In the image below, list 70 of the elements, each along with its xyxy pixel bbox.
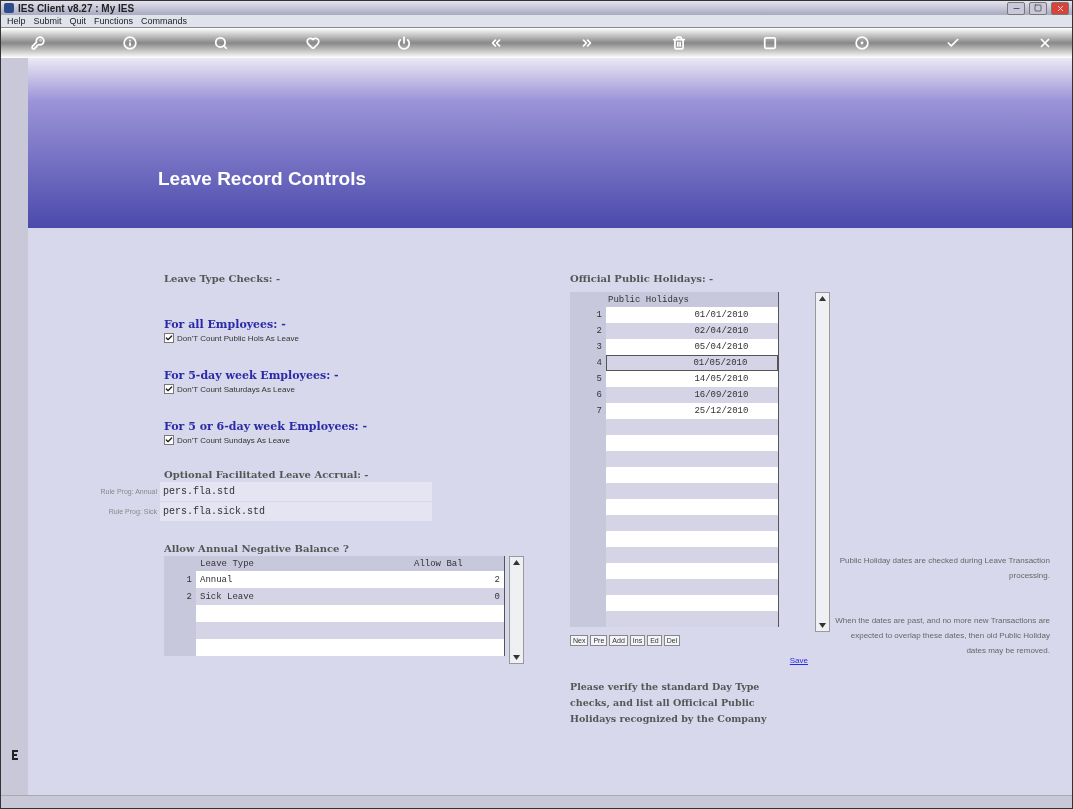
- instructions-text: Please verify the standard Day Type checks, and list all Officical Public Holidays recognized by the Company: [570, 680, 768, 726]
- close-icon: [1055, 3, 1065, 13]
- column-header: Leave Type: [199, 558, 255, 569]
- table-cell: Sick Leave: [196, 588, 414, 605]
- table-cell: Annual: [196, 571, 414, 588]
- column-header: Allow Bal: [414, 558, 464, 569]
- maximize-button[interactable]: [1029, 1, 1047, 15]
- menu-item[interactable]: Functions: [94, 16, 134, 26]
- table-cell[interactable]: 02/04/2010: [606, 323, 779, 339]
- check-icon[interactable]: [946, 36, 961, 50]
- scroll-down-icon[interactable]: [819, 623, 827, 628]
- scrollbar[interactable]: [815, 292, 830, 632]
- window-title: IES Client v8.27 : My IES: [18, 2, 136, 14]
- section-heading: Official Public Holidays: -: [570, 273, 715, 284]
- note-text: When the dates are past, and no more new Transactions are expected to overlap these dates, then old Public Holiday dates may be removed.: [834, 615, 1050, 657]
- table-cell[interactable]: 05/04/2010: [606, 339, 779, 355]
- group-heading: For all Employees: -: [164, 318, 287, 331]
- heart-icon[interactable]: [305, 36, 320, 50]
- power-icon[interactable]: [397, 36, 412, 50]
- input-field[interactable]: pers.fla.std: [160, 482, 432, 501]
- minimize-button[interactable]: [1007, 1, 1025, 15]
- scroll-up-icon[interactable]: [513, 560, 520, 565]
- row-number: 2: [595, 326, 603, 336]
- section-heading: Allow Annual Negative Balance ?: [164, 543, 350, 554]
- checkbox[interactable]: [164, 435, 174, 445]
- table-cell[interactable]: 01/01/2010: [606, 307, 779, 323]
- group-heading: For 5-day week Employees: -: [164, 369, 340, 382]
- checkbox[interactable]: [164, 333, 174, 343]
- row-number: 3: [595, 342, 603, 352]
- row-number: 5: [595, 374, 603, 384]
- checkbox-option[interactable]: Don'T Count Saturdays As Leave: [164, 384, 570, 394]
- menu-item[interactable]: Submit: [33, 16, 62, 26]
- row-number: 1: [185, 574, 193, 585]
- menu-item[interactable]: Commands: [141, 16, 188, 26]
- group-heading: For 5 or 6-day week Employees: -: [164, 420, 369, 433]
- checkbox-option[interactable]: Don'T Count Public Hols As Leave: [164, 333, 570, 343]
- table-cell: 2: [414, 571, 504, 588]
- close-button[interactable]: [1051, 1, 1069, 15]
- note-text: Public Holiday dates are checked during Leave Transaction processing.: [838, 555, 1050, 582]
- menu-item[interactable]: Help: [7, 16, 26, 26]
- row-number: 1: [595, 310, 603, 320]
- save-link[interactable]: Save: [789, 656, 808, 665]
- info-icon[interactable]: [122, 36, 137, 50]
- row-number: 2: [185, 591, 193, 602]
- menu-item[interactable]: Quit: [69, 16, 87, 26]
- trash-icon[interactable]: [671, 36, 686, 50]
- record-icon[interactable]: [854, 36, 869, 50]
- checkbox-option[interactable]: Don'T Count Sundays As Leave: [164, 435, 570, 445]
- section-heading: Optional Facilitated Leave Accrual: -: [164, 469, 370, 480]
- section-heading: Leave Type Checks: -: [164, 273, 282, 284]
- square-icon[interactable]: [763, 36, 778, 50]
- input-field[interactable]: pers.fla.sick.std: [160, 502, 432, 521]
- table-cell[interactable]: 25/12/2010: [606, 403, 779, 419]
- checkbox[interactable]: [164, 384, 174, 394]
- key-icon[interactable]: [31, 36, 45, 50]
- page-title: Leave Record Controls: [158, 168, 366, 190]
- table-cell[interactable]: 01/05/2010: [606, 355, 779, 371]
- scroll-down-icon[interactable]: [513, 655, 520, 660]
- app-icon: [4, 3, 14, 13]
- table-cell: 0: [414, 588, 504, 605]
- table-cell[interactable]: 16/09/2010: [606, 387, 779, 403]
- search-icon[interactable]: [214, 36, 229, 50]
- column-header: Public Holidays: [607, 294, 690, 305]
- table-cell[interactable]: 14/05/2010: [606, 371, 779, 387]
- maximize-icon: [1034, 4, 1042, 12]
- scroll-up-icon[interactable]: [819, 296, 827, 301]
- row-number: 4: [595, 358, 603, 368]
- row-number: 7: [595, 406, 603, 416]
- row-number: 6: [595, 390, 603, 400]
- scrollbar[interactable]: [509, 556, 524, 664]
